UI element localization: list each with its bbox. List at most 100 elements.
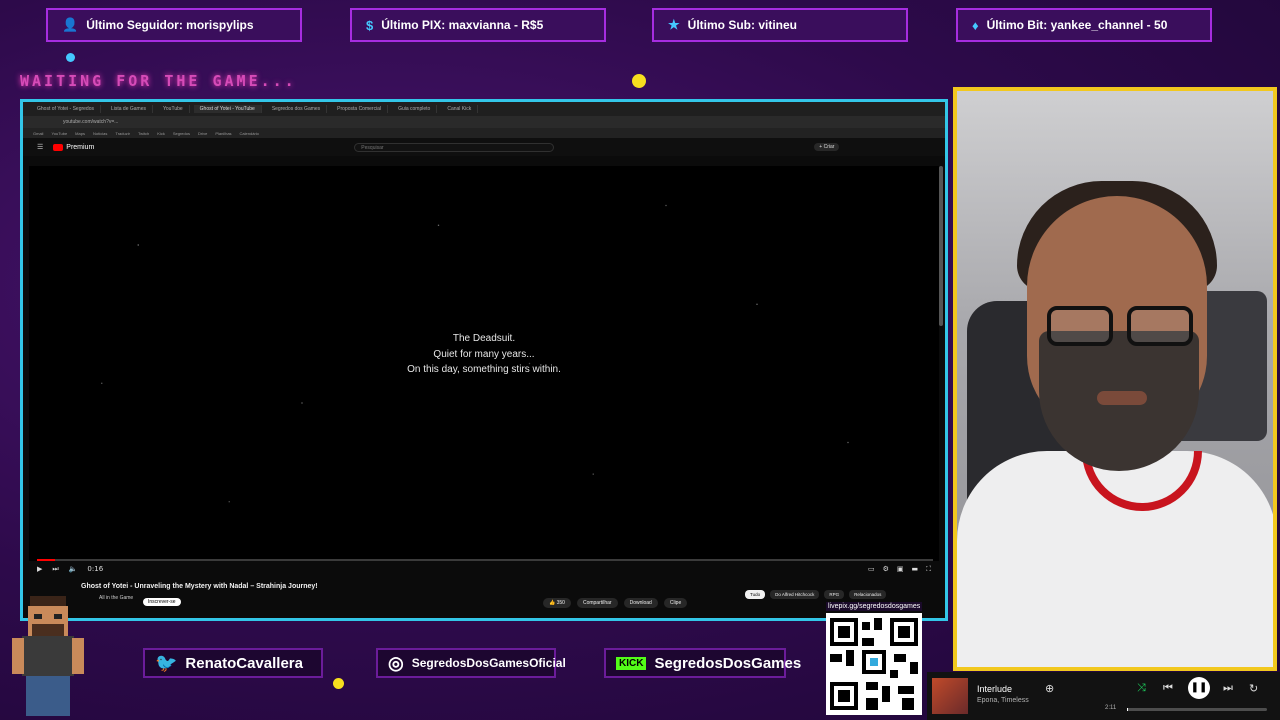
video-caption: The Deadsuit. Quiet for many years... On… bbox=[29, 331, 939, 378]
song-title: Interlude bbox=[977, 684, 1013, 694]
waiting-banner: WAITING FOR THE GAME... bbox=[20, 72, 297, 90]
url-text: youtube.com/watch?v=... bbox=[63, 119, 119, 125]
add-icon[interactable]: ⊕ bbox=[1045, 682, 1054, 695]
channel-name[interactable]: All in the Game bbox=[99, 595, 133, 601]
settings-icon[interactable]: ⚙ bbox=[883, 565, 889, 574]
spotify-now-playing: Interlude Epona, Timeless ⊕ ⤨ ⏮ ❚❚ ⏭ ↻ 2… bbox=[927, 672, 1280, 720]
bookmark[interactable]: Gmail bbox=[33, 131, 43, 136]
clip-button[interactable]: Clipe bbox=[663, 598, 688, 608]
repeat-icon[interactable]: ↻ bbox=[1249, 682, 1258, 695]
video-player[interactable]: The Deadsuit. Quiet for many years... On… bbox=[29, 166, 939, 561]
alert-text: Último Sub: vitineu bbox=[687, 18, 797, 32]
next-icon[interactable]: ⏭ bbox=[1223, 682, 1233, 695]
pause-button[interactable]: ❚❚ bbox=[1188, 677, 1210, 699]
browser-tab-active[interactable]: Ghost of Yotei - YouTube bbox=[193, 105, 262, 113]
social-kick: KICK SegredosDosGames bbox=[604, 648, 801, 678]
last-pix-alert: $ Último PIX: maxvianna - R$5 bbox=[350, 8, 606, 42]
next-icon[interactable]: ⏭ bbox=[52, 565, 58, 574]
dollar-icon: $ bbox=[366, 17, 374, 33]
last-sub-alert: ★ Último Sub: vitineu bbox=[652, 8, 908, 42]
browser-tab-bar: Ghost of Yotei - Segredos Lista de Games… bbox=[23, 102, 945, 116]
song-artist: Epona, Timeless bbox=[977, 697, 1029, 704]
youtube-header: ☰ Premium Pesquisar + Criar bbox=[23, 138, 945, 156]
alerts-bar: 👤 Último Seguidor: morispylips $ Último … bbox=[0, 0, 1280, 48]
pixel-character-icon bbox=[12, 596, 84, 716]
alert-text: Último Bit: yankee_channel - 50 bbox=[986, 18, 1168, 32]
menu-icon[interactable]: ☰ bbox=[37, 143, 43, 151]
social-instagram: ◎ SegredosDosGamesOficial bbox=[376, 648, 566, 678]
bookmark[interactable]: Traduzir bbox=[115, 131, 130, 136]
deco-dot bbox=[333, 678, 344, 689]
bookmark[interactable]: Drive bbox=[198, 131, 207, 136]
like-count: 350 bbox=[556, 600, 565, 606]
browser-window: Ghost of Yotei - Segredos Lista de Games… bbox=[20, 99, 948, 621]
bookmark[interactable]: Planilhas bbox=[215, 131, 231, 136]
browser-tab[interactable]: Proposta Comercial bbox=[331, 105, 389, 113]
bookmark[interactable]: Segredos bbox=[173, 131, 190, 136]
previous-icon[interactable]: ⏮ bbox=[1163, 682, 1173, 695]
song-progress-fill bbox=[1127, 708, 1129, 711]
song-progress-bar[interactable] bbox=[1127, 708, 1267, 711]
video-line: On this day, something stirs within. bbox=[407, 364, 561, 375]
bookmarks-bar: Gmail YouTube Maps Notícias Traduzir Twi… bbox=[23, 128, 945, 138]
create-button[interactable]: + Criar bbox=[814, 143, 840, 151]
fullscreen-icon[interactable]: ⛶ bbox=[926, 565, 931, 574]
chip-all[interactable]: Tudo bbox=[745, 590, 766, 599]
alert-text: Último PIX: maxvianna - R$5 bbox=[381, 18, 544, 32]
bookmark[interactable]: Notícias bbox=[93, 131, 107, 136]
volume-icon[interactable]: 🔈 bbox=[69, 565, 78, 573]
person-icon: 👤 bbox=[62, 17, 79, 32]
social-twitter: 🐦 RenatoCavallera bbox=[143, 648, 323, 678]
social-handle: SegredosDosGames bbox=[654, 654, 802, 672]
video-controls: ▶ ⏭ 🔈 0:16 ▭ ⚙ ▣ ▬ ⛶ bbox=[29, 561, 939, 577]
download-button[interactable]: Download bbox=[623, 598, 658, 608]
theater-icon[interactable]: ▬ bbox=[911, 565, 918, 574]
browser-tab[interactable]: Canal Kick bbox=[441, 105, 479, 113]
bookmark[interactable]: Twitch bbox=[138, 131, 149, 136]
chip[interactable]: Relacionados bbox=[849, 590, 887, 599]
shuffle-icon[interactable]: ⤨ bbox=[1137, 682, 1146, 695]
browser-tab[interactable]: Guia completo bbox=[392, 105, 438, 113]
chip[interactable]: Do Alfred Hitchcock bbox=[770, 590, 820, 599]
bookmark[interactable]: YouTube bbox=[51, 131, 67, 136]
subtitles-icon[interactable]: ▭ bbox=[868, 565, 875, 574]
youtube-logo[interactable]: Premium bbox=[53, 143, 94, 151]
person-mouth bbox=[1097, 391, 1147, 405]
video-line: Quiet for many years... bbox=[433, 348, 535, 360]
bookmark[interactable]: Maps bbox=[75, 131, 85, 136]
deco-dot bbox=[66, 53, 75, 62]
browser-tab[interactable]: Segredos dos Games bbox=[266, 105, 328, 113]
youtube-search-input[interactable]: Pesquisar bbox=[354, 142, 555, 152]
glasses-icon bbox=[1047, 306, 1197, 348]
chip[interactable]: RPG bbox=[824, 590, 845, 599]
deco-dot bbox=[632, 74, 646, 88]
album-art bbox=[932, 678, 968, 714]
glasses-lens bbox=[1047, 306, 1113, 346]
bookmark[interactable]: Calendário bbox=[240, 131, 259, 136]
video-line: The Deadsuit. bbox=[452, 333, 516, 344]
diamond-icon: ♦ bbox=[972, 17, 979, 33]
like-button[interactable]: 👍 350 bbox=[543, 598, 571, 608]
video-title: Ghost of Yotei - Unraveling the Mystery … bbox=[81, 583, 318, 590]
page-scrollbar[interactable] bbox=[939, 166, 943, 326]
video-actions: 👍 350 Compartilhar Download Clipe bbox=[543, 598, 688, 608]
bookmark[interactable]: Kick bbox=[157, 131, 165, 136]
miniplayer-icon[interactable]: ▣ bbox=[897, 565, 904, 574]
browser-tab[interactable]: YouTube bbox=[157, 105, 190, 113]
twitter-icon: 🐦 bbox=[155, 652, 178, 673]
glasses-lens bbox=[1127, 306, 1193, 346]
kick-icon: KICK bbox=[616, 656, 647, 670]
social-handle: RenatoCavallera bbox=[185, 654, 303, 672]
star-icon: ★ bbox=[668, 17, 680, 32]
last-bit-alert: ♦ Último Bit: yankee_channel - 50 bbox=[956, 8, 1212, 42]
qr-code-icon bbox=[826, 613, 922, 715]
share-button[interactable]: Compartilhar bbox=[576, 598, 618, 608]
webcam-feed bbox=[953, 87, 1277, 671]
browser-tab[interactable]: Ghost of Yotei - Segredos bbox=[31, 105, 101, 113]
subscribe-button[interactable]: Inscrever-se bbox=[143, 598, 181, 606]
play-icon[interactable]: ▶ bbox=[37, 565, 42, 573]
qr-link: livepix.gg/segredosdosgames bbox=[826, 602, 923, 611]
address-bar[interactable]: youtube.com/watch?v=... bbox=[23, 116, 945, 128]
browser-tab[interactable]: Lista de Games bbox=[105, 105, 154, 113]
video-time: 0:16 bbox=[87, 565, 104, 573]
